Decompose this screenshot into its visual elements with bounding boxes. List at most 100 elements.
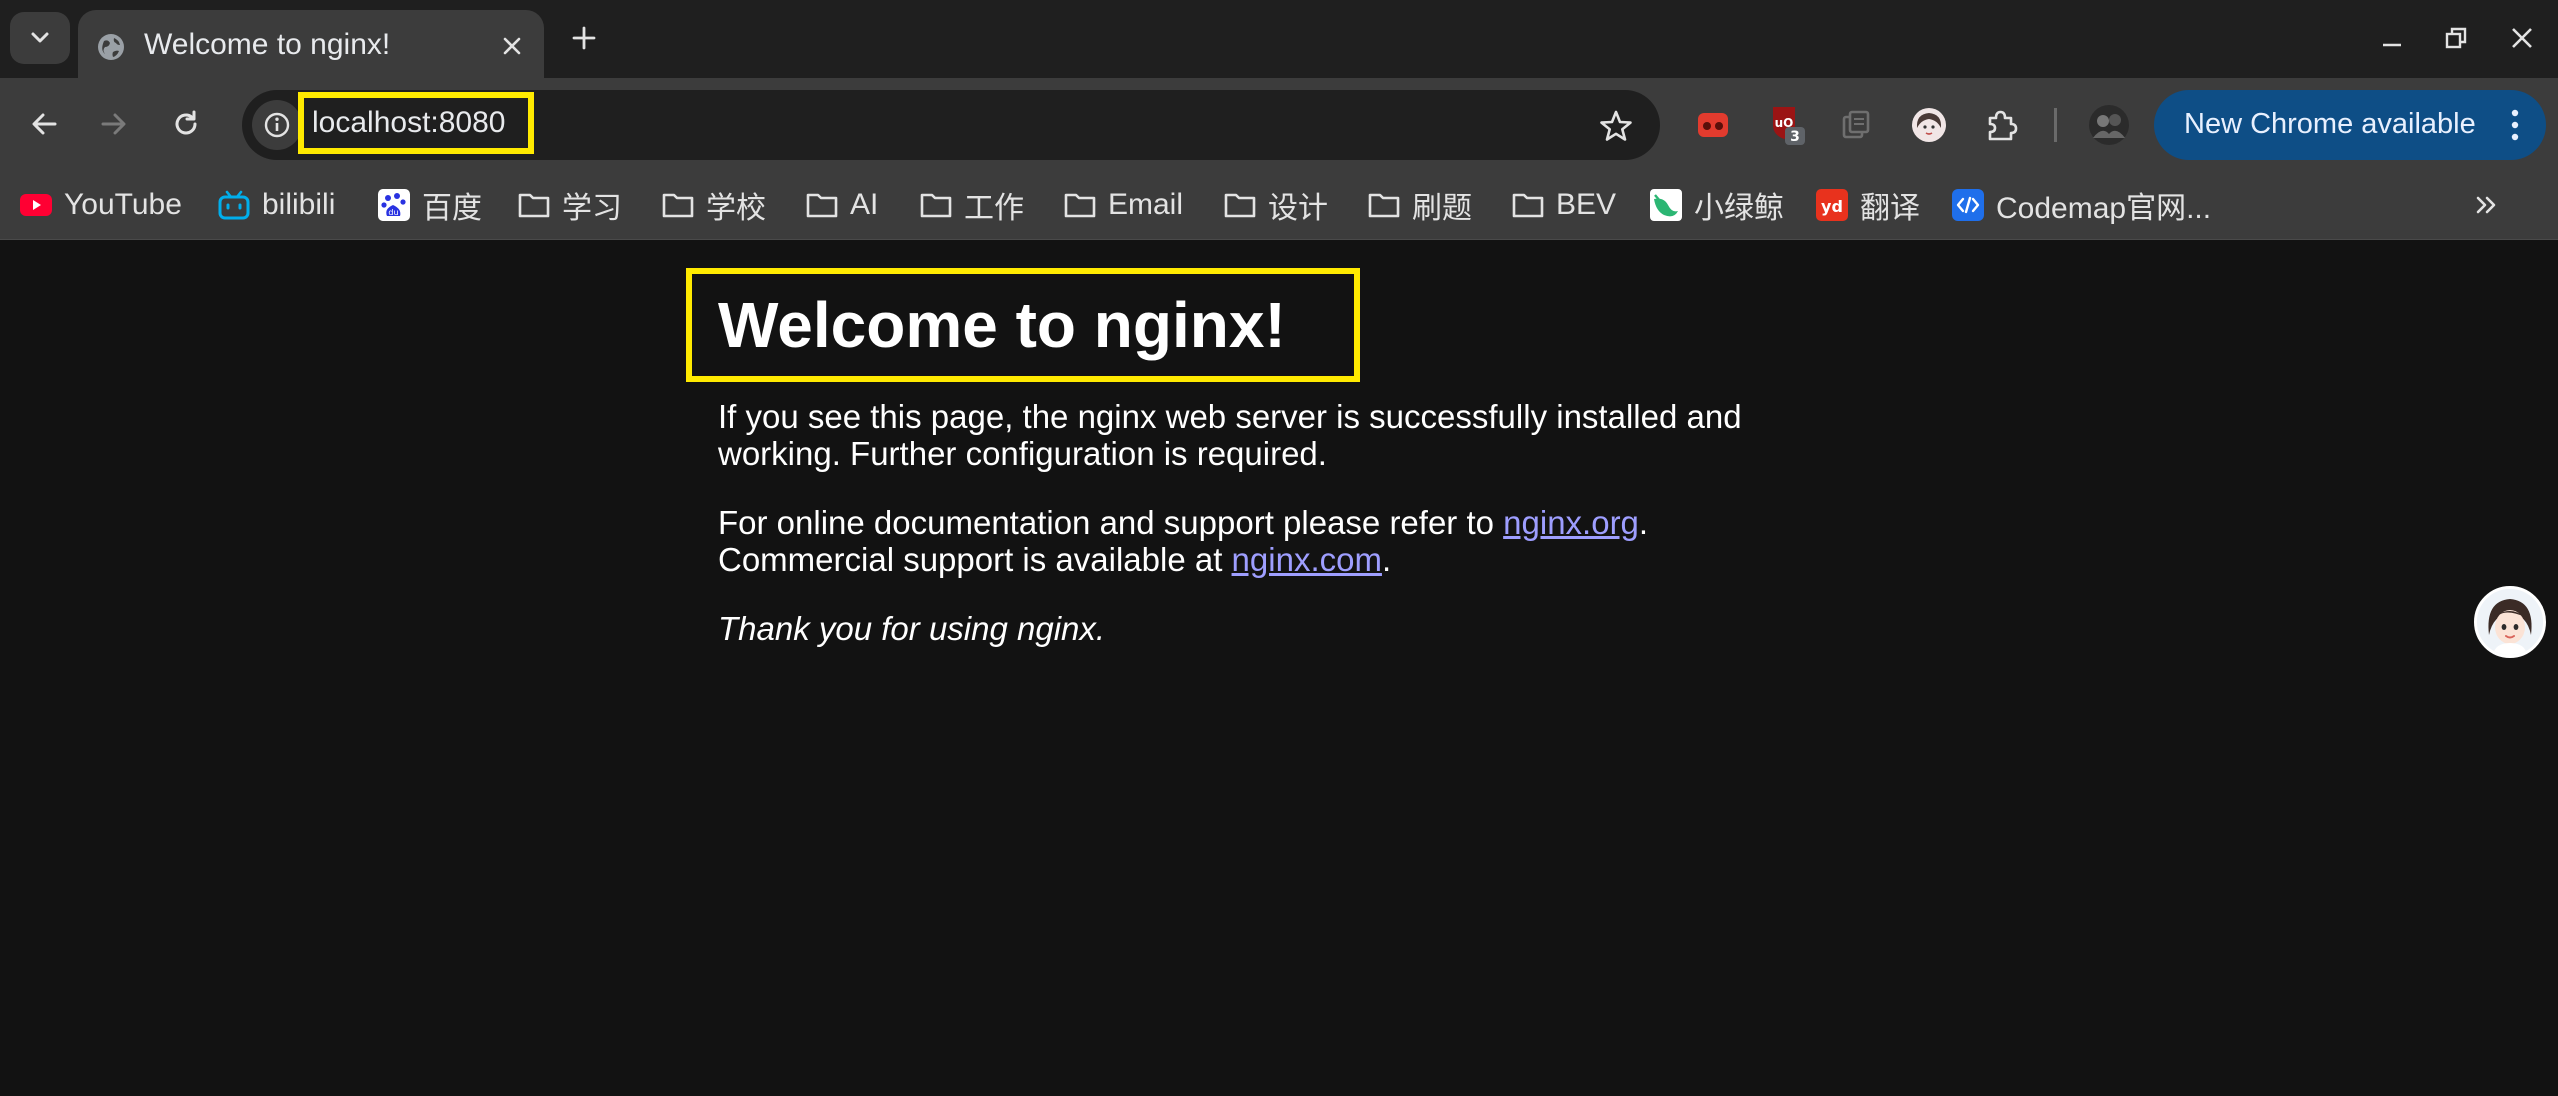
bookmark-baidu[interactable]: du 百度 bbox=[378, 182, 482, 228]
bilibili-icon bbox=[218, 189, 250, 221]
forward-button[interactable] bbox=[90, 100, 138, 148]
nginx-com-link[interactable]: nginx.com bbox=[1232, 541, 1382, 578]
page-content: Welcome to nginx! If you see this page, … bbox=[0, 240, 2558, 1096]
ublock-extension-button[interactable]: uO 3 bbox=[1762, 100, 1812, 150]
bookmark-youtube[interactable]: YouTube bbox=[20, 182, 182, 228]
bookmark-label: Codemap官网... bbox=[1996, 192, 2212, 225]
bookmark-label: 百度 bbox=[422, 192, 482, 225]
info-icon bbox=[264, 112, 290, 138]
bookmark-folder-work[interactable]: 工作 bbox=[920, 182, 1024, 228]
profile-avatar-icon bbox=[2089, 105, 2129, 145]
reload-button[interactable] bbox=[162, 100, 210, 148]
folder-icon bbox=[1512, 189, 1544, 221]
bookmark-codemap[interactable]: Codemap官网... bbox=[1952, 182, 2211, 228]
more-vertical-icon bbox=[2511, 109, 2519, 141]
tab-title: Welcome to nginx! bbox=[144, 28, 391, 61]
bookmark-folder-ai[interactable]: AI bbox=[806, 182, 878, 228]
bookmark-folder-design[interactable]: 设计 bbox=[1224, 182, 1328, 228]
tab-active[interactable]: Welcome to nginx! bbox=[78, 10, 544, 78]
nginx-org-link[interactable]: nginx.org bbox=[1503, 504, 1639, 541]
bookmark-label: YouTube bbox=[64, 188, 182, 221]
assistant-avatar-icon bbox=[2477, 589, 2543, 655]
update-label: New Chrome available bbox=[2184, 108, 2476, 140]
page-heading: Welcome to nginx! bbox=[718, 289, 1286, 361]
youdao-icon: yd bbox=[1816, 189, 1848, 221]
ublock-icon: uO 3 bbox=[1773, 107, 1805, 145]
chevron-down-icon bbox=[31, 32, 49, 43]
bookmark-label: AI bbox=[850, 188, 879, 221]
back-button[interactable] bbox=[20, 100, 68, 148]
bookmark-xiaolvjing[interactable]: 小绿鲸 bbox=[1650, 182, 1784, 228]
minimize-icon bbox=[2383, 43, 2401, 47]
bookmark-folder-study[interactable]: 学习 bbox=[518, 182, 622, 228]
copy-icon bbox=[1842, 110, 1870, 139]
bookmark-label: 小绿鲸 bbox=[1694, 192, 1784, 225]
chrome-menu-button[interactable] bbox=[2500, 104, 2530, 146]
folder-icon bbox=[1224, 189, 1256, 221]
puzzle-icon bbox=[1988, 110, 2018, 141]
bookmarks-bar: YouTube bilibili du 百度 学习 学校 AI 工作 Email… bbox=[0, 170, 2558, 240]
bookmark-folder-bev[interactable]: BEV bbox=[1512, 182, 1616, 228]
star-icon bbox=[1600, 110, 1632, 141]
minimize-button[interactable] bbox=[2372, 18, 2412, 58]
close-icon bbox=[2512, 28, 2532, 48]
extensions-menu-button[interactable] bbox=[1976, 100, 2026, 150]
baidu-icon: du bbox=[378, 189, 410, 221]
restore-button[interactable] bbox=[2436, 18, 2476, 58]
arrow-right-icon bbox=[101, 113, 126, 135]
bookmark-label: 设计 bbox=[1268, 192, 1328, 225]
svg-text:du: du bbox=[388, 208, 398, 217]
plus-icon bbox=[572, 26, 596, 50]
bookmarks-overflow-button[interactable] bbox=[2466, 184, 2506, 226]
bookmark-star-button[interactable] bbox=[1594, 104, 1638, 148]
arrow-left-icon bbox=[32, 113, 57, 135]
ublock-badge-count: 3 bbox=[1790, 129, 1800, 145]
new-tab-button[interactable] bbox=[566, 20, 602, 56]
bookmark-label: 工作 bbox=[964, 192, 1024, 225]
paragraph-line: For online documentation and support ple… bbox=[718, 504, 1648, 541]
close-icon bbox=[503, 37, 521, 55]
tab-close-button[interactable] bbox=[496, 30, 528, 62]
bookmark-label: 学校 bbox=[706, 192, 766, 225]
extension-red-button[interactable] bbox=[1688, 100, 1738, 150]
profile-button[interactable] bbox=[2084, 100, 2134, 150]
globe-icon bbox=[98, 34, 124, 60]
bookmark-folder-email[interactable]: Email bbox=[1064, 182, 1183, 228]
bookmark-folder-school[interactable]: 学校 bbox=[662, 182, 766, 228]
floating-assistant-avatar[interactable] bbox=[2474, 586, 2546, 658]
bookmark-folder-practice[interactable]: 刷题 bbox=[1368, 182, 1472, 228]
new-chrome-available-button[interactable]: New Chrome available bbox=[2154, 90, 2546, 160]
paragraph-thanks: Thank you for using nginx. bbox=[718, 610, 1106, 647]
folder-icon bbox=[806, 189, 838, 221]
text-segment: Commercial support is available at bbox=[718, 541, 1232, 578]
address-bar[interactable]: localhost:8080 bbox=[242, 90, 1660, 160]
svg-text:yd: yd bbox=[1821, 197, 1843, 216]
bookmark-label: 刷题 bbox=[1412, 192, 1472, 225]
paragraph-installed: If you see this page, the nginx web serv… bbox=[718, 398, 1742, 472]
double-chevron-right-icon bbox=[2476, 196, 2496, 214]
bookmark-label: Email bbox=[1108, 188, 1184, 221]
bookmark-label: 翻译 bbox=[1860, 192, 1920, 225]
url-text[interactable]: localhost:8080 bbox=[312, 106, 505, 140]
paragraph-line: If you see this page, the nginx web serv… bbox=[718, 398, 1742, 435]
tab-strip: Welcome to nginx! bbox=[0, 0, 2558, 78]
xiaolvjing-icon bbox=[1650, 189, 1682, 221]
folder-icon bbox=[920, 189, 952, 221]
folder-icon bbox=[662, 189, 694, 221]
site-info-button[interactable] bbox=[252, 100, 302, 150]
text-segment: . bbox=[1638, 504, 1649, 541]
close-window-button[interactable] bbox=[2502, 18, 2542, 58]
bookmark-youdao-translate[interactable]: yd 翻译 bbox=[1816, 182, 1920, 228]
folder-icon bbox=[1368, 189, 1400, 221]
bookmark-label: bilibili bbox=[262, 188, 336, 221]
youtube-icon bbox=[20, 189, 52, 221]
bookmark-label: 学习 bbox=[562, 192, 622, 225]
tab-search-button[interactable] bbox=[10, 12, 70, 64]
bookmark-bilibili[interactable]: bilibili bbox=[218, 182, 335, 228]
avatar-extension-button[interactable] bbox=[1904, 100, 1954, 150]
folder-icon bbox=[1064, 189, 1096, 221]
toolbar-separator bbox=[2054, 108, 2057, 142]
paragraph-documentation: For online documentation and support ple… bbox=[718, 504, 1648, 578]
browser-toolbar: localhost:8080 uO 3 New Chrome available bbox=[0, 78, 2558, 170]
copy-extension-button[interactable] bbox=[1832, 100, 1882, 150]
